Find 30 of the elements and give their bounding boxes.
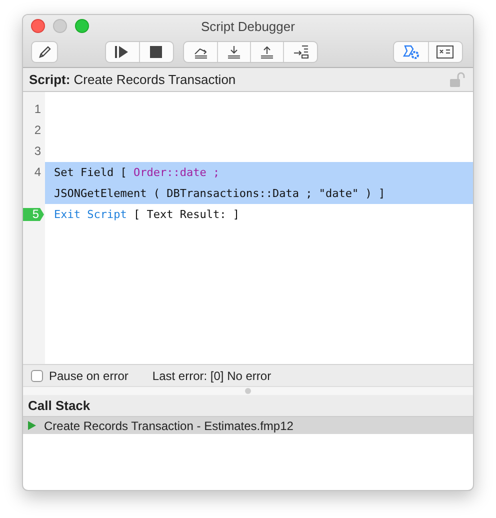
stop-icon (149, 45, 164, 59)
script-step[interactable]: Exit Script [ Text Result: ] (45, 204, 473, 225)
line-number: 5 (31, 206, 40, 223)
step-out-icon (259, 45, 275, 59)
set-next-step-icon (292, 45, 308, 59)
line-number: 2 (33, 122, 42, 139)
edit-script-button[interactable] (31, 41, 58, 63)
script-gear-icon (402, 44, 420, 60)
step-into-icon (226, 45, 242, 59)
code-text: Set Field [ Order::date ; (54, 166, 220, 179)
line-number: 3 (33, 143, 42, 160)
line-number: 1 (33, 101, 42, 118)
code-text: JSONGetElement ( DBTransactions::Data ; "date" ) ] (54, 187, 386, 200)
call-stack-item[interactable]: Create Records Transaction - Estimates.fmp12 (23, 417, 473, 434)
pause-on-error-label: Pause on error (49, 368, 128, 382)
pencil-icon (38, 45, 52, 59)
call-stack-title: Call Stack (28, 398, 90, 413)
selected-script-step[interactable]: Set Field [ Order::date ; JSONGetElement ( DBTransactions::Data ; "date" ) ] (45, 162, 473, 204)
code-text: Exit Script [ Text Result: ] (54, 208, 240, 221)
splitter-handle[interactable] (245, 388, 251, 394)
play-icon (28, 421, 36, 430)
script-name: Script: Create Records Transaction (29, 72, 237, 87)
last-error-text: Last error: [0] No error (152, 368, 272, 382)
line-number: 4 (33, 164, 42, 181)
window-title: Script Debugger (201, 18, 295, 34)
zoom-button[interactable] (75, 19, 89, 33)
close-button[interactable] (31, 19, 45, 33)
play-icon (114, 45, 130, 59)
data-viewer-icon (436, 45, 454, 59)
pause-on-error-checkbox[interactable] (31, 370, 43, 382)
